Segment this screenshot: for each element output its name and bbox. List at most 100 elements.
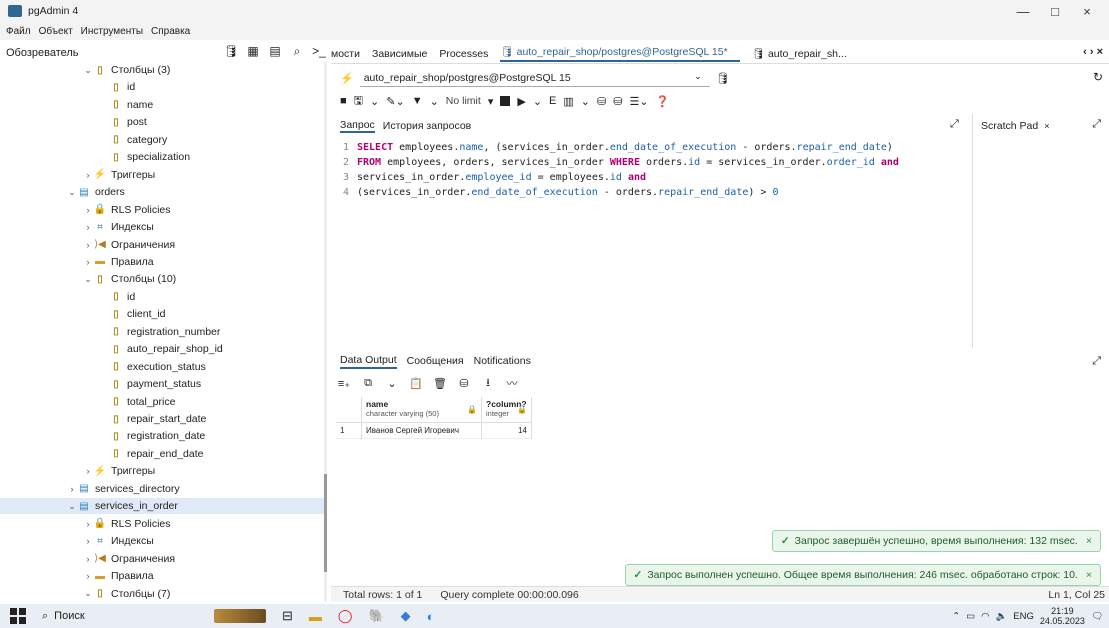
tab-processes[interactable]: Processes [439,48,488,60]
chevron-right-icon[interactable]: › [82,571,94,581]
scratch-pad-tab[interactable]: Scratch Pad [981,120,1038,132]
code-line[interactable]: 2 FROM employees, orders, services_in_ord… [331,155,971,170]
tree-item[interactable]: ⌄ ▯ Столбцы (10) [0,271,324,287]
tree-item[interactable]: › ⟩◀ Ограничения [0,237,324,253]
tree-scrollbar[interactable] [324,62,327,602]
chevron-left-icon[interactable]: ‹ [1083,46,1087,58]
open-file-icon[interactable]: ■ [340,95,347,107]
explain-analyze-icon[interactable]: ▥ [563,95,573,108]
tree-item[interactable]: ▯ name [0,97,324,113]
tree-item[interactable]: ▯ payment_status [0,376,324,392]
chevron-right-icon[interactable]: › [82,205,94,215]
save-dropdown-icon[interactable]: ⌄ [370,95,379,108]
maximize-button[interactable]: □ [1039,0,1071,22]
table-row[interactable]: 1 Иванов Сергей Игоревич 14 [336,422,532,439]
copy-icon[interactable]: ⧉ [360,377,376,390]
add-row-icon[interactable]: ≡₊ [336,377,352,390]
menu-object[interactable]: Объект [39,26,73,37]
tree-item[interactable]: ▯ registration_date [0,428,324,444]
delete-icon[interactable]: 🗑 [432,377,448,390]
database-icon[interactable]: 🛢 [223,44,238,58]
execute-icon[interactable]: ▶ [517,95,525,108]
chevron-right-icon[interactable]: › [1090,46,1094,58]
tab-messages[interactable]: Сообщения [407,355,464,367]
tree-item[interactable]: ▯ client_id [0,306,324,322]
windows-start-icon[interactable] [10,608,26,624]
column-header-name[interactable]: name character varying (50) 🔒 [362,397,482,422]
execute-dropdown-icon[interactable]: ⌄ [533,95,542,108]
stop-icon[interactable] [500,96,511,106]
tree-item[interactable]: ⌄ ▤ services_in_order [0,498,324,515]
search-icon[interactable]: ⌕ [290,44,304,58]
tab-data-output[interactable]: Data Output [340,354,397,369]
tab-query-tool-2[interactable]: 🛢 auto_repair_sh... [752,47,859,60]
tree-item[interactable]: › ⌗ Индексы [0,533,324,549]
save-file-icon[interactable]: 🖫 [354,92,363,111]
column-header-column[interactable]: ?column? integer 🔒 [482,397,532,422]
close-button[interactable]: × [1071,0,1103,22]
close-toast-icon[interactable]: × [1086,535,1092,547]
commit-icon[interactable]: ⛁ [597,95,606,108]
tree-item[interactable]: ▯ id [0,289,324,305]
opera-icon[interactable]: ◯ [338,608,353,624]
code-line[interactable]: 4 (services_in_order. end_date_of_executio… [331,185,971,200]
file-explorer-icon[interactable]: ▬ [309,609,322,624]
chevron-down-icon[interactable]: ⌄ [66,187,78,198]
tree-item[interactable]: › 🔒 RLS Policies [0,202,324,218]
expand-results-icon[interactable]: ⤢ [1092,355,1101,368]
sql-editor[interactable]: 1 SELECT employees. name, (services_in_ord… [331,138,971,348]
edit-icon[interactable]: ✎⌄ [386,95,404,108]
filter-dropdown-icon[interactable]: ⌄ [430,95,439,108]
task-view-icon[interactable]: ⊟ [282,608,293,624]
scratch-pad-body[interactable] [972,138,1109,348]
chevron-down-icon[interactable]: ⌄ [82,588,94,599]
tree-item[interactable]: › ▤ services_directory [0,481,324,497]
clock[interactable]: 21:19 24.05.2023 [1040,606,1085,626]
limit-dropdown-icon[interactable]: ▾ [488,95,494,108]
tree-item[interactable]: ▯ category [0,132,324,148]
battery-icon[interactable]: ▭ [966,611,975,622]
cell-value[interactable]: 14 [482,422,532,439]
tree-item[interactable]: › 🔒 RLS Policies [0,516,324,532]
close-icon[interactable]: × [1044,121,1049,131]
code-line[interactable]: 3 services_in_order. employee_id = employe… [331,170,971,185]
graph-icon[interactable]: 〰 [504,375,520,391]
tree-item[interactable]: › ⚡ Триггеры [0,463,324,479]
tree-item[interactable]: ▯ registration_number [0,324,324,340]
tab-notifications[interactable]: Notifications [474,355,531,367]
tab-query[interactable]: Запрос [340,119,375,133]
grid-view-icon[interactable]: ▦ [246,44,260,58]
tree-item[interactable]: ⌄ ▯ Столбцы (7) [0,586,324,602]
tree-item[interactable]: ⌄ ▯ Столбцы (3) [0,62,324,78]
tab-properties[interactable]: мости [331,48,360,60]
tree-item[interactable]: › ⌗ Индексы [0,219,324,235]
tree-item[interactable]: ▯ execution_status [0,359,324,375]
help-icon[interactable]: ❓ [656,95,670,108]
wifi-icon[interactable]: ◠ [981,611,989,622]
tab-query-tool[interactable]: 🛢 auto_repair_shop/postgres@PostgreSQL 1… [500,45,740,62]
save-data-icon[interactable]: ⛁ [456,377,472,390]
chevron-right-icon[interactable]: › [82,466,94,476]
chevron-right-icon[interactable]: › [66,484,78,494]
notifications-icon[interactable]: 🗨 [1091,611,1103,622]
taskbar-search[interactable]: ⌕ Поиск [42,610,85,623]
chevron-down-icon[interactable]: ⌄ [82,65,94,76]
rollback-icon[interactable]: ⛁ [613,95,622,108]
code-line[interactable]: 1 SELECT employees. name, (services_in_ord… [331,140,971,155]
chevron-right-icon[interactable]: › [82,519,94,529]
chevron-right-icon[interactable]: › [82,257,94,267]
expand-editor-icon[interactable]: ⤢ [950,118,959,131]
cell-name[interactable]: Иванов Сергей Игоревич [362,422,482,439]
tree-item[interactable]: › ▬ Правила [0,254,324,270]
explain-dropdown-icon[interactable]: ⌄ [581,95,590,108]
minimize-button[interactable]: — [1007,0,1039,22]
explain-icon[interactable]: E [549,95,556,107]
new-connection-icon[interactable]: 🛢 [716,72,730,85]
chevron-right-icon[interactable]: › [82,170,94,180]
tree-item[interactable]: ▯ post [0,114,324,130]
connection-select[interactable]: auto_repair_shop/postgres@PostgreSQL 15 … [359,69,710,87]
tree-item[interactable]: › ⚡ Триггеры [0,167,324,183]
tree-item[interactable]: ▯ id [0,79,324,95]
chevron-right-icon[interactable]: › [82,536,94,546]
tree-item[interactable]: ▯ repair_end_date [0,446,324,462]
